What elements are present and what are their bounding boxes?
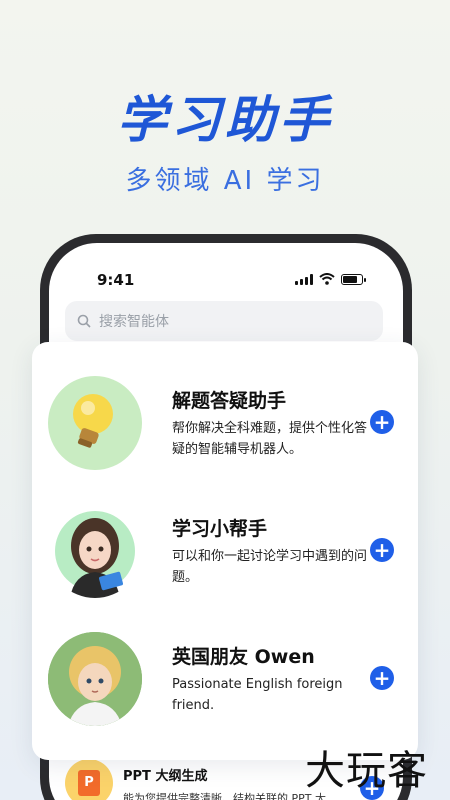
girl-avatar — [48, 504, 142, 598]
agent-item-helper[interactable]: 学习小帮手 可以和你一起讨论学习中遇到的问题。 + — [48, 504, 408, 604]
hero-subtitle: 多领域 AI 学习 — [125, 166, 325, 196]
agent-name: 英国朋友 Owen — [172, 646, 315, 668]
agent-description: 帮你解决全科难题，提供个性化答疑的智能辅导机器人。 — [172, 421, 368, 457]
agent-name: 学习小帮手 — [172, 518, 268, 540]
add-button[interactable]: + — [370, 410, 394, 434]
agent-description: Passionate English foreign friend. — [172, 677, 343, 713]
search-icon — [77, 314, 91, 328]
signal-icon — [295, 273, 313, 285]
search-placeholder: 搜索智能体 — [99, 314, 169, 330]
agent-item-solver[interactable]: 解题答疑助手 帮你解决全科难题，提供个性化答疑的智能辅导机器人。 + — [48, 376, 408, 476]
agent-card: 解题答疑助手 帮你解决全科难题，提供个性化答疑的智能辅导机器人。 + 学习小帮手… — [32, 342, 418, 760]
agent-name: 解题答疑助手 — [172, 390, 287, 412]
add-button[interactable]: + — [370, 666, 394, 690]
hero-title: 学习助手 — [117, 91, 333, 149]
agent-item-owen[interactable]: 英国朋友 Owen Passionate English foreign fri… — [48, 632, 408, 732]
add-button[interactable]: + — [370, 538, 394, 562]
agent-description: 可以和你一起讨论学习中遇到的问题。 — [172, 549, 368, 585]
battery-icon — [341, 273, 366, 285]
list-item-title: PPT 大纲生成 — [123, 769, 208, 784]
wifi-icon — [319, 273, 335, 285]
boy-avatar — [48, 632, 142, 726]
ppt-icon: P — [65, 759, 113, 800]
search-input[interactable]: 搜索智能体 — [65, 301, 383, 341]
lightbulb-icon — [48, 376, 142, 470]
status-time: 9:41 — [97, 271, 135, 289]
status-icons — [295, 273, 366, 285]
list-item-description: 能为您提供完整清晰、结构关联的 PPT 大 — [123, 792, 326, 800]
watermark: 大玩客 — [305, 748, 428, 794]
